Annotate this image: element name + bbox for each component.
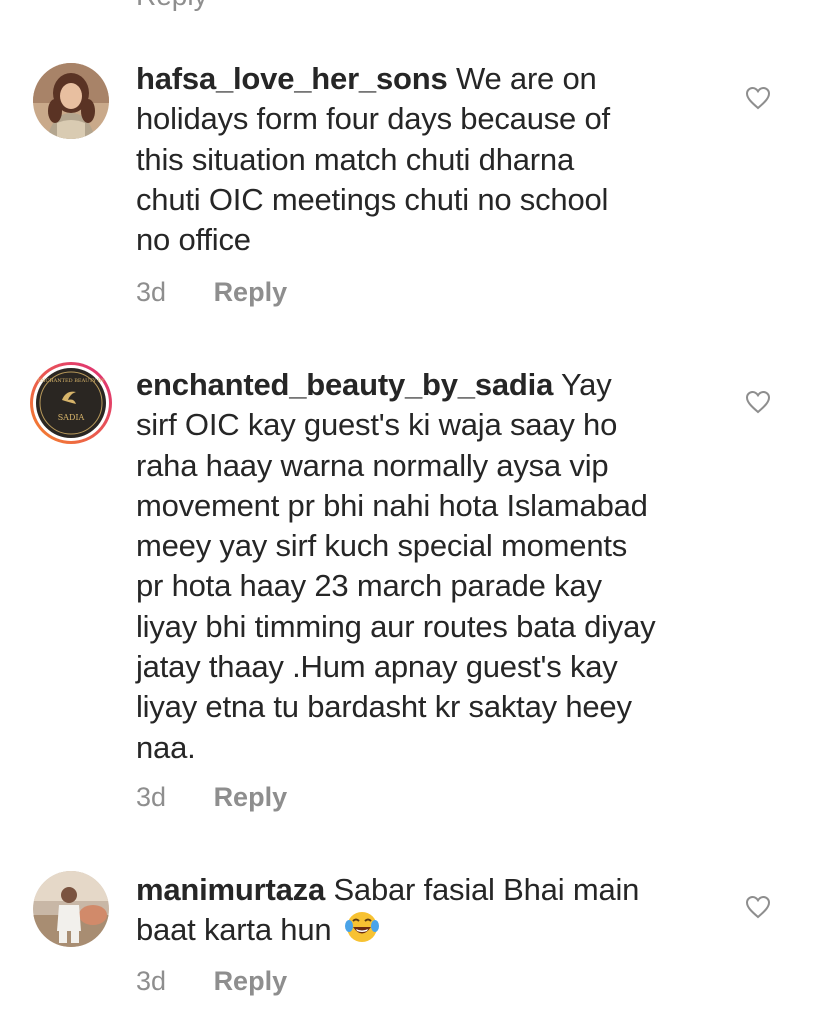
face-with-tears-of-joy-icon — [344, 912, 379, 943]
heart-outline-icon[interactable] — [745, 390, 771, 414]
comment-meta: 3d Reply — [136, 966, 287, 997]
comment-text-first-line: Yay — [553, 367, 612, 402]
comment-text-line: no office — [136, 222, 251, 258]
heart-outline-icon[interactable] — [745, 86, 771, 110]
comment-meta: 3d Reply — [136, 277, 287, 308]
avatar-brand-top-text: ENCHANTED BEAUTY BY — [37, 378, 105, 384]
comment-text-line: this situation match chuti dharna — [136, 141, 574, 177]
comment-text: enchanted_beauty_by_sadia Yay sirf OIC k… — [136, 365, 736, 768]
comment-age: 3d — [136, 277, 167, 307]
comment-text-line: meey yay sirf kuch special moments — [136, 528, 628, 564]
comment-age: 3d — [136, 782, 167, 812]
avatar[interactable] — [33, 871, 109, 947]
reply-button[interactable]: Reply — [214, 782, 288, 812]
comment-text-line: liyay bhi timming aur routes bata diyay — [136, 608, 656, 644]
avatar[interactable] — [33, 63, 109, 139]
comment-text-line: pr hota haay 23 march parade kay — [136, 568, 602, 604]
comment-text-line: sirf OIC kay guest's ki waja saay ho — [136, 407, 618, 443]
reply-button[interactable]: Reply — [214, 277, 288, 307]
comment-text-line: chuti OIC meetings chuti no school — [136, 181, 609, 217]
avatar-brand-text: SADIA — [58, 413, 85, 422]
comment-text-line: jatay thaay .Hum apnay guest's kay — [136, 649, 618, 685]
comment-text: manimurtaza Sabar fasial Bhai main baat … — [136, 870, 726, 951]
comment-text-first-line: We are on — [447, 61, 597, 96]
comment-text: hafsa_love_her_sons We are on holidays f… — [136, 59, 726, 260]
comment-text-line: movement pr bhi nahi hota Islamabad — [136, 487, 648, 523]
comment-text-line: holidays form four days because of — [136, 101, 610, 137]
comment-text-line: baat karta hun — [136, 912, 332, 948]
previous-reply-button[interactable]: Reply — [136, 0, 208, 10]
comment-age: 3d — [136, 966, 167, 996]
avatar[interactable]: SADIA ENCHANTED BEAUTY BY — [30, 362, 112, 444]
reply-button[interactable]: Reply — [214, 966, 288, 996]
comment-text-first-line: Sabar fasial Bhai main — [325, 872, 640, 907]
comment-text-line: liyay etna tu bardasht kr saktay heey — [136, 689, 632, 725]
comment-username[interactable]: hafsa_love_her_sons — [136, 61, 448, 96]
comment-text-line: raha haay warna normally aysa vip — [136, 447, 609, 483]
comment-username[interactable]: manimurtaza — [136, 872, 325, 907]
comment-username[interactable]: enchanted_beauty_by_sadia — [136, 367, 553, 402]
comment-meta: 3d Reply — [136, 782, 287, 813]
heart-outline-icon[interactable] — [745, 895, 771, 919]
comment-text-line: naa. — [136, 729, 196, 765]
